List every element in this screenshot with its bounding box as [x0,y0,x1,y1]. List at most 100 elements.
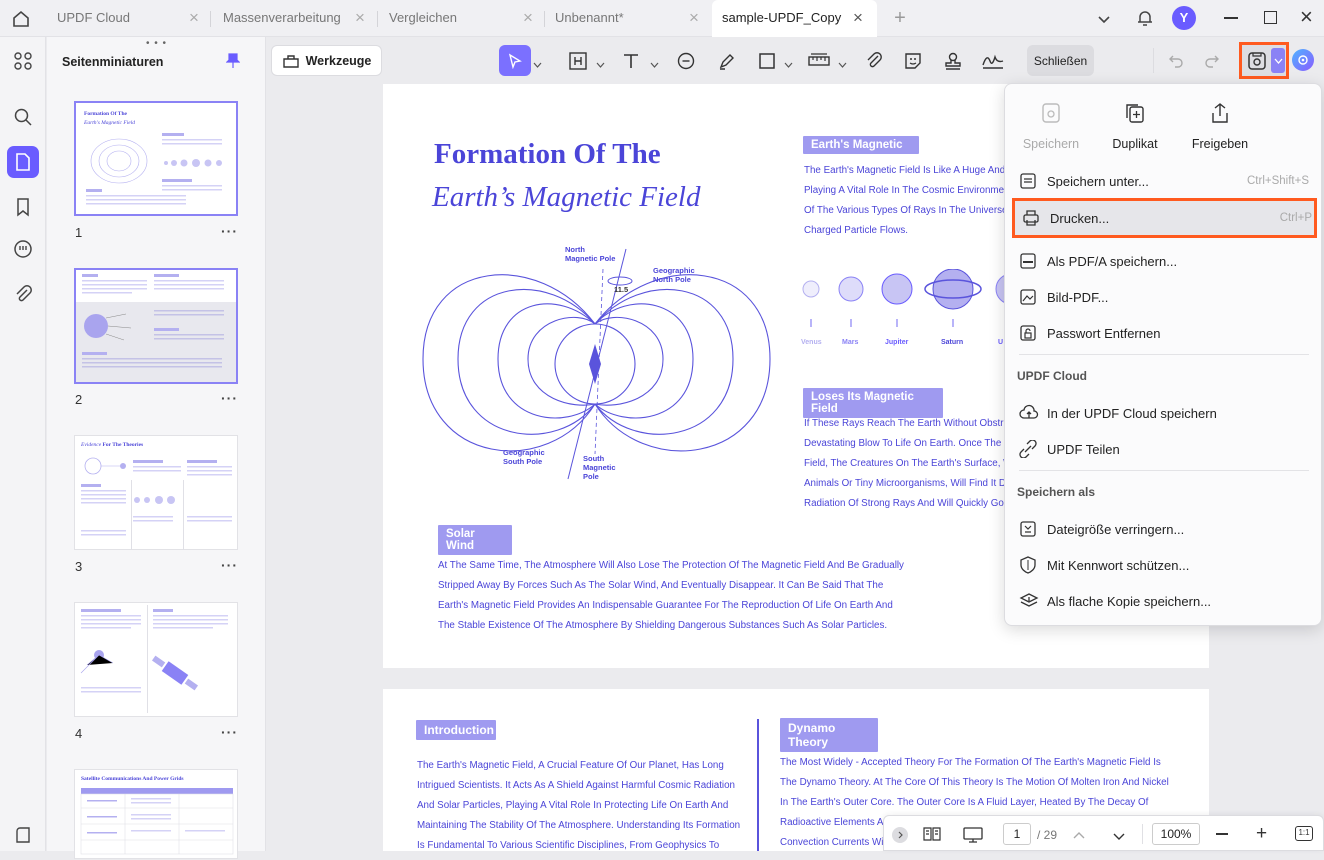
zoom-out-icon[interactable] [1216,833,1228,835]
stamp-tool-button[interactable] [940,45,966,76]
menu-item-remove-password[interactable]: Passwort Entfernen [1017,316,1311,350]
bell-icon[interactable] [1135,8,1155,33]
undo-icon [1169,55,1183,68]
comment-icon [677,52,695,69]
avatar[interactable]: Y [1172,6,1196,30]
text-tool-button[interactable] [618,45,644,76]
page-number-input[interactable]: 1 [1003,823,1031,845]
duplicate-action[interactable]: Duplikat [1093,102,1177,151]
menu-item-image-pdf[interactable]: Bild-PDF... [1017,280,1311,314]
minimize-icon[interactable] [1224,17,1238,19]
attach-tool-button[interactable] [861,45,887,76]
grid-icon[interactable] [7,45,39,77]
planet-label-mars: Mars [842,339,859,346]
chevron-down-icon[interactable] [838,56,847,74]
shape-tool-button[interactable] [754,45,780,76]
home-icon[interactable] [10,8,32,30]
save-dropdown-toggle[interactable] [1271,48,1285,73]
save-as-icon [1017,172,1047,190]
menu-item-save-as[interactable]: Speichern unter... Ctrl+Shift+S [1017,164,1311,198]
collapse-icon[interactable] [892,827,908,843]
chevron-down-icon[interactable] [596,56,605,74]
measure-tool-button[interactable] [806,45,832,76]
share-action[interactable]: Freigeben [1178,102,1262,151]
comment-tool-button[interactable] [673,45,699,76]
tab-unbenannt[interactable]: Unbenannt* [545,0,705,37]
more-icon[interactable]: ··· [221,223,238,239]
sticker-tool-button[interactable] [900,45,926,76]
close-window-icon[interactable]: × [1300,6,1313,28]
next-page-icon[interactable] [1112,829,1126,847]
menu-item-save-pdfa[interactable]: Als PDF/A speichern... [1017,244,1311,278]
tab-divider [210,11,211,27]
signature-tool-button[interactable] [979,45,1007,76]
chevron-down-icon[interactable] [784,56,793,74]
zoom-level[interactable]: 100% [1152,823,1200,845]
shield-icon [1017,556,1047,574]
tab-label: Vergleichen [389,10,457,25]
tab-updf-cloud[interactable]: UPDF Cloud [47,0,207,37]
text-line: Is Fundamental To Various Scientific Dis… [417,840,720,851]
tab-vergleichen[interactable]: Vergleichen [379,0,539,37]
menu-item-reduce-size[interactable]: Dateigröße verringern... [1017,512,1311,546]
tab-massenverarbeitung[interactable]: Massenverarbeitung [213,0,373,37]
chevron-down-icon[interactable] [533,56,542,74]
toolbar: Werkzeuge Schließen [268,37,1324,84]
section-heading: Earth's Magnetic [803,136,919,154]
undo-button[interactable] [1164,45,1188,76]
page-thumbnail-3[interactable]: Evidence For The Theories [74,435,238,550]
tools-button[interactable]: Werkzeuge [271,45,382,76]
chevron-down-icon[interactable] [1096,11,1112,32]
page-thumbnail-2[interactable] [74,268,238,384]
save-button[interactable] [1239,42,1289,79]
save-menu-action[interactable]: Speichern [1009,102,1093,151]
close-icon[interactable]: × [518,0,538,37]
menu-item-protect-password[interactable]: Mit Kennwort schützen... [1017,548,1311,582]
page-thumbnail-5[interactable]: Satellite Communications And Power Grids [74,769,238,859]
menu-item-print[interactable]: Drucken... Ctrl+P [1012,198,1317,238]
presentation-icon[interactable] [962,826,984,849]
more-icon[interactable]: ··· [221,724,238,740]
search-icon[interactable] [7,101,39,133]
menu-item-flatten-copy[interactable]: Als flache Kopie speichern... [1017,584,1311,618]
close-tools-button[interactable]: Schließen [1027,45,1094,76]
menu-item-shortcut: Ctrl+Shift+S [1247,175,1309,187]
pages-icon[interactable] [7,146,39,178]
menu-item-share-updf[interactable]: UPDF Teilen [1017,432,1311,466]
comment-icon[interactable] [7,233,39,265]
panel-title: Seitenminiaturen [62,55,164,69]
pin-icon[interactable] [225,53,241,74]
text-line: At The Same Time, The Atmosphere Will Al… [438,560,904,571]
redo-button[interactable] [1200,45,1224,76]
close-icon[interactable]: × [184,0,204,37]
zoom-in-icon[interactable]: + [1256,824,1267,843]
bookmark-icon[interactable] [7,191,39,223]
select-tool-button[interactable] [499,45,531,76]
thumb-title-italic: Evidence [81,442,102,448]
page-thumbnail-1[interactable]: Formation Of The Earth's Magnetic Field [74,101,238,216]
more-icon[interactable]: ··· [221,390,238,406]
page-thumbnail-4[interactable] [74,602,238,717]
menu-item-save-to-cloud[interactable]: In der UPDF Cloud speichern [1017,396,1311,430]
actual-size-icon[interactable]: 1:1 [1295,826,1313,841]
ai-assistant-icon[interactable] [1292,49,1314,71]
attachment-icon[interactable] [7,278,39,310]
text-line: The Earth's Magnetic Field, A Crucial Fe… [417,760,724,771]
maximize-icon[interactable] [1264,11,1277,24]
more-icon[interactable]: ··· [221,557,238,573]
thumb-diagram [86,133,222,205]
close-icon[interactable]: × [684,0,704,37]
close-icon[interactable]: × [848,0,868,37]
highlighter-tool-button[interactable] [714,45,740,76]
textbox-tool-button[interactable] [565,45,591,76]
column-divider [757,719,759,851]
drag-handle[interactable]: • • • [146,38,167,49]
two-page-view-icon[interactable] [922,826,942,847]
new-tab-icon[interactable]: + [890,0,910,37]
chevron-down-icon[interactable] [650,56,659,74]
text-line: Charged Particle Flows. [804,225,908,236]
close-icon[interactable]: × [350,0,370,37]
prev-page-icon[interactable] [1072,827,1086,845]
layers-icon[interactable] [7,819,39,851]
menu-item-shortcut: Ctrl+P [1279,212,1312,224]
